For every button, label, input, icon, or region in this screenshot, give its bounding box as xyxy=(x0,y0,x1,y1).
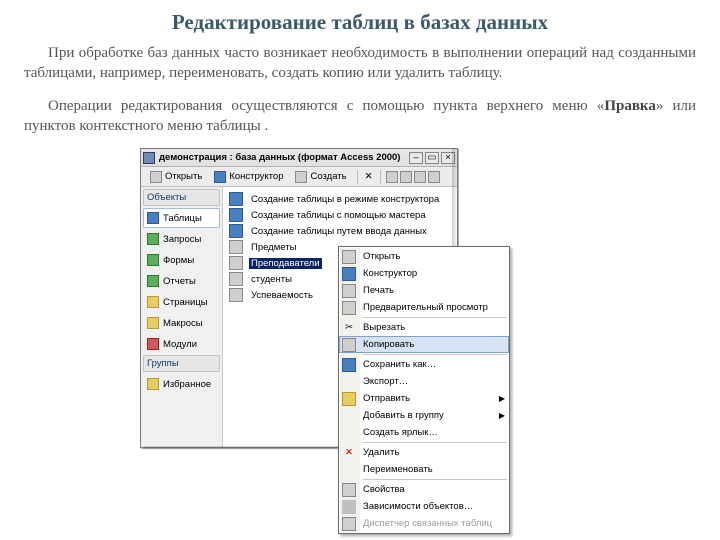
sidebar-item-tables[interactable]: Таблицы xyxy=(143,208,220,228)
macro-icon xyxy=(147,317,159,329)
table-icon xyxy=(229,240,243,254)
preview-icon xyxy=(342,301,356,315)
ctx-print[interactable]: Печать xyxy=(339,282,509,299)
intro-paragraph-2: Операции редактирования осуществляются с… xyxy=(24,96,696,137)
list-item[interactable]: Создание таблицы с помощью мастера xyxy=(229,207,451,223)
toolbar: Открыть Конструктор Создать ✕ xyxy=(141,167,457,187)
list-item[interactable]: Создание таблицы путем ввода данных xyxy=(229,223,451,239)
wizard-icon xyxy=(229,224,243,238)
cut-icon: ✂ xyxy=(342,321,356,335)
ctx-design[interactable]: Конструктор xyxy=(339,265,509,282)
window-title: демонстрация : база данных (формат Acces… xyxy=(159,152,405,163)
dispatch-icon xyxy=(342,517,356,531)
open-icon xyxy=(150,171,162,183)
copy-icon xyxy=(342,338,356,352)
toolbar-create-button[interactable]: Создать xyxy=(290,169,351,185)
sidebar-item-modules[interactable]: Модули xyxy=(143,334,220,354)
ctx-copy[interactable]: Копировать xyxy=(339,336,509,353)
view-large-icon[interactable] xyxy=(400,171,412,183)
sidebar-item-forms[interactable]: Формы xyxy=(143,250,220,270)
table-icon xyxy=(147,212,159,224)
export-icon xyxy=(342,375,356,389)
list-item[interactable]: Создание таблицы в режиме конструктора xyxy=(229,191,451,207)
ctx-send[interactable]: Отправить▶ xyxy=(339,390,509,407)
sidebar-item-favorites[interactable]: Избранное xyxy=(143,374,220,394)
wizard-icon xyxy=(229,208,243,222)
group-icon xyxy=(342,409,356,423)
sidebar-head-groups[interactable]: Группы xyxy=(143,355,220,372)
delete-x-icon[interactable]: ✕ xyxy=(363,171,375,183)
ctx-link[interactable]: Создать ярлык… xyxy=(339,424,509,441)
ctx-props[interactable]: Свойства xyxy=(339,481,509,498)
table-icon xyxy=(229,288,243,302)
ctx-deps[interactable]: Зависимости объектов… xyxy=(339,498,509,515)
ctx-open[interactable]: Открыть xyxy=(339,248,509,265)
props-icon xyxy=(342,483,356,497)
toolbar-open-button[interactable]: Открыть xyxy=(145,169,207,185)
intro-paragraph-1: При обработке баз данных часто возникает… xyxy=(24,43,696,84)
view-small-icon[interactable] xyxy=(386,171,398,183)
ctx-rename[interactable]: Переименовать xyxy=(339,461,509,478)
view-details-icon[interactable] xyxy=(428,171,440,183)
titlebar: демонстрация : база данных (формат Acces… xyxy=(141,149,457,167)
ctx-export[interactable]: Экспорт… xyxy=(339,373,509,390)
max-button[interactable]: ▭ xyxy=(425,152,439,164)
module-icon xyxy=(147,338,159,350)
page-title: Редактирование таблиц в базах данных xyxy=(24,10,696,35)
link-icon xyxy=(342,426,356,440)
app-icon xyxy=(143,152,155,164)
sidebar-item-queries[interactable]: Запросы xyxy=(143,229,220,249)
ctx-dispatcher: Диспетчер связанных таблиц xyxy=(339,515,509,532)
ctx-delete[interactable]: ✕Удалить xyxy=(339,444,509,461)
rename-icon xyxy=(342,463,356,477)
design-icon xyxy=(342,267,356,281)
star-icon xyxy=(147,378,159,390)
sidebar-head-objects[interactable]: Объекты xyxy=(143,189,220,206)
ctx-saveas[interactable]: Сохранить как… xyxy=(339,356,509,373)
form-icon xyxy=(147,254,159,266)
query-icon xyxy=(147,233,159,245)
sidebar-item-pages[interactable]: Страницы xyxy=(143,292,220,312)
context-menu: Открыть Конструктор Печать Предварительн… xyxy=(338,246,510,534)
wizard-icon xyxy=(229,192,243,206)
create-icon xyxy=(295,171,307,183)
ctx-preview[interactable]: Предварительный просмотр xyxy=(339,299,509,316)
chevron-right-icon: ▶ xyxy=(499,411,505,420)
sidebar-item-reports[interactable]: Отчеты xyxy=(143,271,220,291)
min-button[interactable]: – xyxy=(409,152,423,164)
open-icon xyxy=(342,250,356,264)
send-icon xyxy=(342,392,356,406)
screenshot: демонстрация : база данных (формат Acces… xyxy=(140,148,580,488)
table-icon xyxy=(229,272,243,286)
print-icon xyxy=(342,284,356,298)
deps-icon xyxy=(342,500,356,514)
ctx-cut[interactable]: ✂Вырезать xyxy=(339,319,509,336)
delete-icon: ✕ xyxy=(342,446,356,460)
ctx-addgroup[interactable]: Добавить в группу▶ xyxy=(339,407,509,424)
toolbar-design-button[interactable]: Конструктор xyxy=(209,169,288,185)
chevron-right-icon: ▶ xyxy=(499,394,505,403)
table-icon xyxy=(229,256,243,270)
view-list-icon[interactable] xyxy=(414,171,426,183)
report-icon xyxy=(147,275,159,287)
save-icon xyxy=(342,358,356,372)
page-icon xyxy=(147,296,159,308)
sidebar: Объекты Таблицы Запросы Формы Отчеты Стр… xyxy=(141,187,223,447)
sidebar-item-macros[interactable]: Макросы xyxy=(143,313,220,333)
design-icon xyxy=(214,171,226,183)
